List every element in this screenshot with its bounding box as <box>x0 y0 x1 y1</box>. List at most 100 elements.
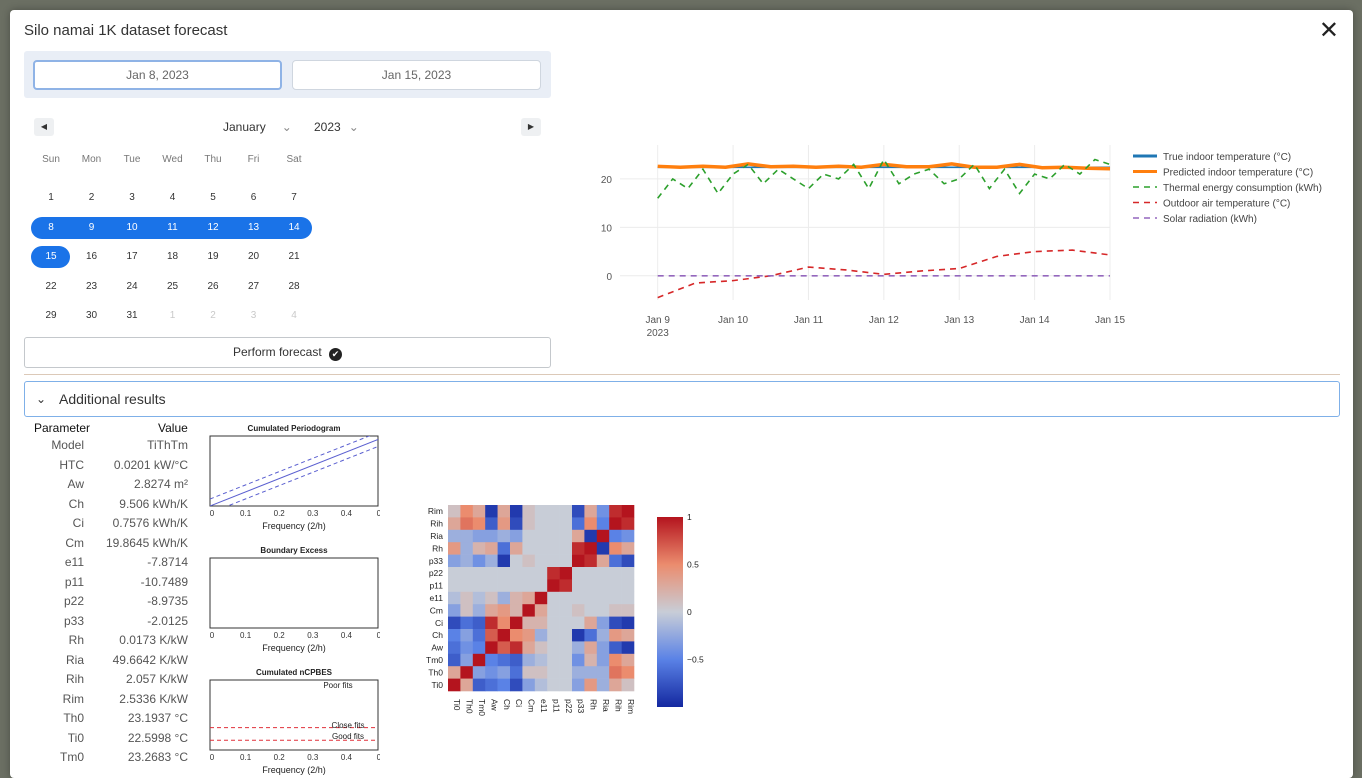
calendar-day[interactable]: 11 <box>153 217 193 239</box>
perform-forecast-button[interactable]: Perform forecast ✔ <box>24 337 551 368</box>
close-icon[interactable]: ✕ <box>1319 19 1339 43</box>
heatmap-cell <box>472 505 486 518</box>
heatmap-cell <box>485 517 498 531</box>
heatmap-cell <box>460 591 474 605</box>
calendar-day[interactable]: 8 <box>31 217 71 239</box>
heatmap-cell <box>460 629 474 642</box>
heatmap-cell <box>596 591 610 605</box>
heatmap-cell <box>596 567 610 580</box>
calendar-day[interactable]: 24 <box>112 276 152 298</box>
calendar-day[interactable]: 1 <box>153 305 193 327</box>
heatmap-cell <box>448 604 461 617</box>
x-tick-label: p22 <box>564 699 574 713</box>
calendar-day[interactable]: 17 <box>112 246 152 268</box>
heatmap-cell <box>448 517 461 531</box>
calendar-day[interactable]: 22 <box>31 276 71 298</box>
parameter-value: -10.7489 <box>140 574 188 589</box>
prev-month-icon[interactable]: ◀ <box>34 118 54 136</box>
heatmap-cell <box>472 554 486 568</box>
calendar-day[interactable]: 25 <box>153 276 193 298</box>
parameter-value: 19.8645 kWh/K <box>105 535 188 550</box>
heatmap-cell <box>559 629 573 642</box>
calendar-day[interactable]: 4 <box>153 187 193 209</box>
calendar-day[interactable]: 31 <box>112 305 152 327</box>
heatmap-cell <box>621 629 635 642</box>
heatmap-cell <box>572 505 585 518</box>
calendar-day[interactable]: 5 <box>193 187 233 209</box>
heatmap-cell <box>472 653 486 667</box>
calendar-day[interactable]: 6 <box>234 187 274 209</box>
heatmap-cell <box>510 616 523 630</box>
heatmap-cell <box>534 629 548 642</box>
heatmap-cell <box>472 616 486 630</box>
calendar-day[interactable]: 26 <box>193 276 233 298</box>
calendar-day[interactable]: 16 <box>72 246 112 268</box>
x-tick-label: 0.4 <box>341 509 353 518</box>
additional-results-accordion[interactable]: ⌄ Additional results <box>24 381 1340 417</box>
heatmap-cell <box>448 591 461 605</box>
start-date-input[interactable]: Jan 8, 2023 <box>33 60 282 90</box>
calendar-day[interactable]: 23 <box>72 276 112 298</box>
next-month-icon[interactable]: ▶ <box>521 118 541 136</box>
colorbar-tick-label: 0 <box>687 607 692 617</box>
calendar-day[interactable]: 10 <box>112 217 152 239</box>
calendar-day[interactable]: 1 <box>31 187 71 209</box>
weekday-label: Mon <box>81 154 102 165</box>
parameter-value: 23.1937 °C <box>127 711 188 725</box>
calendar-day[interactable]: 4 <box>274 305 314 327</box>
colorbar-tick-label: 1 <box>687 512 692 522</box>
calendar-day[interactable]: 20 <box>234 246 274 268</box>
heatmap-cell <box>572 554 585 568</box>
x-tick-label: 0 <box>210 631 215 640</box>
calendar-day[interactable]: 21 <box>274 246 314 268</box>
heatmap-cell <box>448 505 461 518</box>
calendar-day[interactable]: 15 <box>31 246 71 268</box>
calendar-day[interactable]: 28 <box>274 276 314 298</box>
heatmap-cell <box>547 678 560 692</box>
heatmap-cell <box>485 629 498 642</box>
calendar-day[interactable]: 3 <box>112 187 152 209</box>
heatmap-cell <box>448 629 461 642</box>
x-tick-label: Ci <box>514 699 524 707</box>
calendar-day[interactable]: 29 <box>31 305 71 327</box>
calendar-day[interactable]: 14 <box>274 217 314 239</box>
y-tick-label: 10 <box>601 223 613 234</box>
parameter-name: HTC <box>59 457 84 472</box>
end-date-input[interactable]: Jan 15, 2023 <box>292 60 541 90</box>
heatmap-cell <box>472 579 486 593</box>
parameter-row: Rh 0.0173 K/kW <box>28 633 188 652</box>
calendar-day[interactable]: 27 <box>234 276 274 298</box>
parameter-name: p11 <box>64 574 84 589</box>
month-select[interactable]: January ⌄ <box>223 120 292 134</box>
heatmap-cell <box>497 591 511 605</box>
calendar-day[interactable]: 13 <box>234 217 274 239</box>
heatmap-cell <box>609 604 622 617</box>
x-tick-label: Tm0 <box>477 699 487 716</box>
heatmap-cell <box>497 678 511 692</box>
accordion-label: Additional results <box>59 391 166 407</box>
heatmap-cell <box>485 653 498 667</box>
heatmap-cell <box>547 591 560 605</box>
y-tick-label: Rim <box>428 506 443 516</box>
calendar-day[interactable]: 2 <box>72 187 112 209</box>
x-tick-label: 0. <box>377 509 380 518</box>
calendar-day[interactable]: 7 <box>274 187 314 209</box>
heatmap-cell <box>572 567 585 580</box>
calendar-day[interactable]: 18 <box>153 246 193 268</box>
calendar-day[interactable]: 9 <box>72 217 112 239</box>
calendar-day[interactable]: 19 <box>193 246 233 268</box>
colorbar-tick-label: −0.5 <box>687 655 704 665</box>
x-tick-label: Rh <box>589 699 599 710</box>
calendar-day[interactable]: 12 <box>193 217 233 239</box>
heatmap-cell <box>448 616 461 630</box>
year-select[interactable]: 2023 ⌄ <box>314 120 359 134</box>
calendar-day[interactable]: 30 <box>72 305 112 327</box>
parameter-row: Rim 2.5336 K/kW <box>28 692 188 711</box>
calendar-day[interactable]: 2 <box>193 305 233 327</box>
y-tick-label: Rh <box>432 543 443 553</box>
x-tick-label: 0. <box>377 753 380 762</box>
heatmap-cell <box>497 517 511 531</box>
parameter-value: 22.5998 °C <box>127 730 188 745</box>
calendar-day[interactable]: 3 <box>234 305 274 327</box>
heatmap-cell <box>547 542 560 555</box>
